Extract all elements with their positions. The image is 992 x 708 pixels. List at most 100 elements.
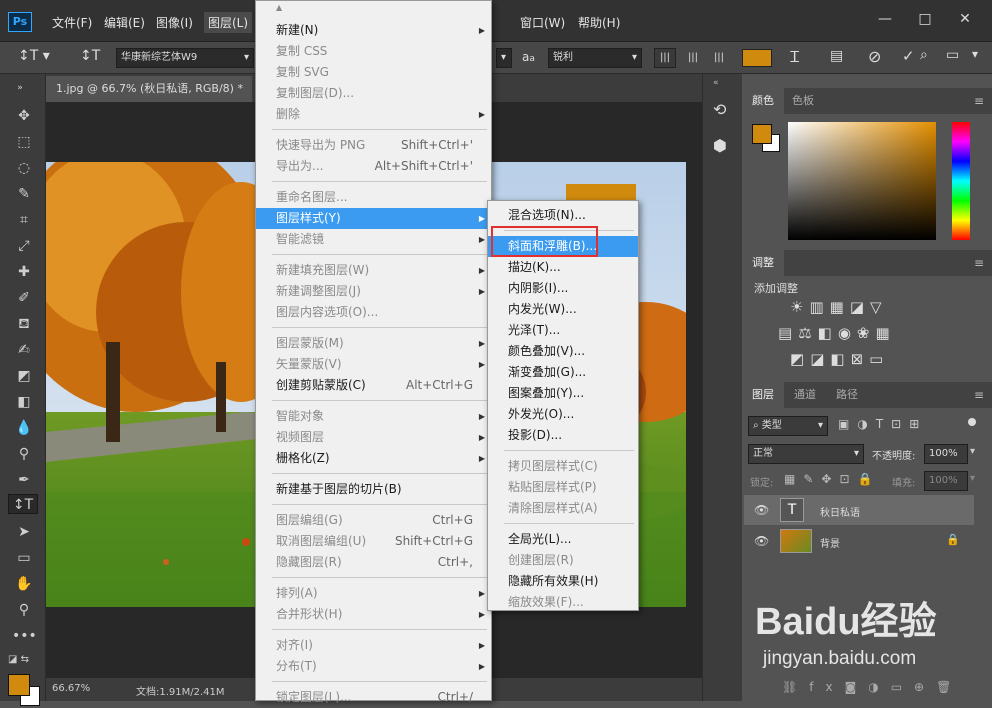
zoom-level[interactable]: 66.67%: [52, 683, 90, 694]
menu-item[interactable]: 混合选项(N)...: [488, 205, 638, 226]
font-family-select[interactable]: 华康新综艺体W9 ▾: [116, 48, 254, 68]
menu-item[interactable]: 创建剪贴蒙版(C) Alt+Ctrl+G: [256, 375, 491, 396]
menu-edit[interactable]: 编辑(E): [104, 14, 145, 31]
menu-item[interactable]: 颜色叠加(V)...: [488, 341, 638, 362]
panel-menu-icon[interactable]: ≡: [974, 94, 984, 108]
warp-text-icon[interactable]: Ꮖ: [790, 48, 800, 66]
align-left-icon[interactable]: |||: [654, 48, 676, 68]
menu-item[interactable]: 视频图层 ▶: [256, 427, 491, 448]
crop-tool-icon[interactable]: ⌗: [12, 210, 36, 230]
menu-item[interactable]: 清除图层样式(A): [488, 498, 638, 519]
menu-item[interactable]: 快速导出为 PNG Shift+Ctrl+': [256, 135, 491, 156]
menu-item[interactable]: 锁定图层(L)... Ctrl+/: [256, 687, 491, 708]
gradient-tool-icon[interactable]: ◧: [12, 392, 36, 412]
menu-item[interactable]: 新建(N) ▶: [256, 20, 491, 41]
menu-item[interactable]: 新建填充图层(W) ▶: [256, 260, 491, 281]
menu-item[interactable]: 新建基于图层的切片(B): [256, 479, 491, 500]
opacity-input[interactable]: 100%: [924, 444, 968, 464]
align-right-icon[interactable]: |||: [708, 48, 730, 68]
menu-item[interactable]: 合并形状(H) ▶: [256, 604, 491, 625]
eye-icon[interactable]: 👁: [754, 503, 769, 517]
menu-item[interactable]: 分布(T) ▶: [256, 656, 491, 677]
menu-layer[interactable]: 图层(L): [204, 12, 253, 33]
eraser-icon[interactable]: ◩: [12, 366, 36, 386]
workspace-chevron-icon[interactable]: ▾: [972, 47, 978, 61]
3d-panel-icon[interactable]: ⬢: [713, 136, 727, 155]
type-tool-icon[interactable]: ↕T: [8, 494, 38, 514]
menu-item[interactable]: 导出为... Alt+Shift+Ctrl+': [256, 156, 491, 177]
text-tool-preset-icon[interactable]: ↕T ▾: [18, 48, 50, 64]
menu-item[interactable]: 取消图层编组(U) Shift+Ctrl+G: [256, 531, 491, 552]
tab-color[interactable]: 颜色: [742, 88, 784, 114]
tab-channels[interactable]: 通道: [784, 382, 826, 408]
layer-filter-icons[interactable]: ▣◑T⊡⊞: [838, 417, 927, 431]
collapse-icon[interactable]: »: [8, 78, 32, 98]
fill-input[interactable]: 100%: [924, 471, 968, 491]
menu-item[interactable]: 智能对象 ▶: [256, 406, 491, 427]
adjustment-icons-row2[interactable]: ▤⚖◧◉❀▦: [778, 324, 896, 342]
chevron-down-icon[interactable]: ▾: [496, 48, 512, 68]
chevron-down-icon[interactable]: ▾: [970, 446, 975, 457]
text-color-swatch[interactable]: [742, 49, 772, 67]
menu-window[interactable]: 窗口(W): [520, 14, 565, 31]
menu-item[interactable]: 排列(A) ▶: [256, 583, 491, 604]
layer-filter-select[interactable]: ⌕ 类型 ▾: [748, 416, 828, 436]
document-tab[interactable]: 1.jpg @ 66.7% (秋日私语, RGB/8) * ×: [46, 76, 252, 102]
layers-footer-icons[interactable]: ⛓fx◙◑▭⊕🗑: [782, 680, 963, 694]
menu-item[interactable]: 复制 SVG: [256, 62, 491, 83]
align-center-icon[interactable]: |||: [682, 48, 704, 68]
more-tools-icon[interactable]: •••: [12, 626, 37, 646]
menu-item[interactable]: 智能滤镜 ▶: [256, 229, 491, 250]
menu-item[interactable]: 描边(K)...: [488, 257, 638, 278]
menu-item[interactable]: 栅格化(Z) ▶: [256, 448, 491, 469]
filter-toggle-icon[interactable]: [968, 418, 976, 426]
antialias-select[interactable]: 锐利 ▾: [548, 48, 642, 68]
menu-item[interactable]: 隐藏图层(R) Ctrl+,: [256, 552, 491, 573]
menu-item[interactable]: 矢量蒙版(V) ▶: [256, 354, 491, 375]
menu-item[interactable]: 复制 CSS: [256, 41, 491, 62]
eye-icon[interactable]: 👁: [754, 534, 769, 548]
menu-image[interactable]: 图像(I): [156, 14, 193, 31]
lasso-tool-icon[interactable]: ◌: [12, 158, 36, 178]
menu-file[interactable]: 文件(F): [52, 14, 92, 31]
menu-item[interactable]: 重命名图层...: [256, 187, 491, 208]
panel-menu-icon[interactable]: ≡: [974, 256, 984, 270]
maximize-icon[interactable]: □: [910, 8, 940, 30]
move-tool-icon[interactable]: ✥: [12, 106, 36, 126]
quick-select-icon[interactable]: ✎: [12, 184, 36, 204]
tab-swatches[interactable]: 色板: [782, 88, 824, 114]
menu-item[interactable]: 投影(D)...: [488, 425, 638, 446]
layer-row-background[interactable]: 👁 背景 🔒: [744, 526, 974, 556]
menu-item[interactable]: 复制图层(D)...: [256, 83, 491, 104]
text-orientation-icon[interactable]: ↕T: [80, 48, 100, 64]
rectangle-tool-icon[interactable]: ▭: [12, 548, 36, 568]
menu-item[interactable]: 删除 ▶: [256, 104, 491, 125]
menu-item[interactable]: 渐变叠加(G)...: [488, 362, 638, 383]
menu-item[interactable]: 新建调整图层(J) ▶: [256, 281, 491, 302]
blur-tool-icon[interactable]: 💧: [12, 418, 36, 438]
close-window-icon[interactable]: ✕: [950, 8, 980, 30]
adjustment-icons-row3[interactable]: ◩◪◧⊠▭: [790, 350, 889, 368]
hand-tool-icon[interactable]: ✋: [12, 574, 36, 594]
menu-item[interactable]: 图层编组(G) Ctrl+G: [256, 510, 491, 531]
blend-mode-select[interactable]: 正常 ▾: [748, 444, 864, 464]
chevron-down-icon[interactable]: ▾: [970, 473, 975, 484]
history-panel-icon[interactable]: ⟲: [713, 100, 726, 119]
character-panel-icon[interactable]: ▤: [830, 48, 843, 64]
workspace-icon[interactable]: ▭: [946, 47, 959, 63]
menu-item[interactable]: 拷贝图层样式(C): [488, 456, 638, 477]
tab-adjustments[interactable]: 调整: [742, 250, 784, 276]
pen-tool-icon[interactable]: ✒: [12, 470, 36, 490]
collapse-icon[interactable]: «: [713, 78, 719, 88]
menu-item[interactable]: 内阴影(I)...: [488, 278, 638, 299]
clone-stamp-icon[interactable]: ⛾: [12, 314, 36, 334]
eyedropper-icon[interactable]: ⤢: [12, 236, 36, 256]
menu-item[interactable]: 外发光(O)...: [488, 404, 638, 425]
menu-item[interactable]: 图层样式(Y) ▶: [256, 208, 491, 229]
brush-tool-icon[interactable]: ✐: [12, 288, 36, 308]
menu-item[interactable]: 创建图层(R): [488, 550, 638, 571]
foreground-color-swatch[interactable]: [8, 674, 30, 696]
menu-item[interactable]: 隐藏所有效果(H): [488, 571, 638, 592]
path-select-icon[interactable]: ➤: [12, 522, 36, 542]
commit-icon[interactable]: ✓: [902, 47, 915, 65]
